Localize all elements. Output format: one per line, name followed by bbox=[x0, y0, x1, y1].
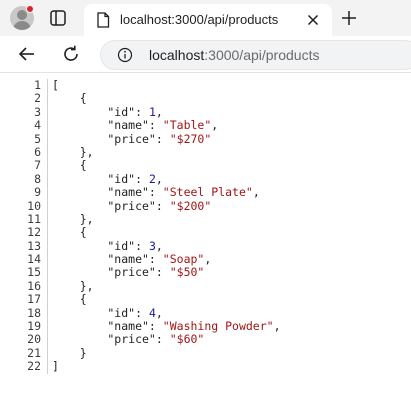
line-number: 15 bbox=[27, 265, 41, 280]
code-line: 8 "id": 2, bbox=[0, 171, 411, 186]
code-text: "name": "Washing Powder", bbox=[52, 319, 281, 334]
json-id-value: 2 bbox=[148, 171, 156, 186]
code-line: 7 { bbox=[0, 158, 411, 173]
json-price-value: $270 bbox=[176, 131, 205, 146]
code-text: { bbox=[52, 158, 87, 173]
tab-actions-icon[interactable] bbox=[49, 9, 67, 27]
line-number: 10 bbox=[27, 198, 41, 213]
code-line: 12 { bbox=[0, 225, 411, 240]
json-name-value: Table bbox=[169, 118, 205, 133]
code-text: } bbox=[52, 345, 87, 360]
code-text: { bbox=[52, 91, 87, 106]
code-line: 15 "price": "$50" bbox=[0, 265, 411, 280]
url-host: localhost bbox=[149, 47, 205, 63]
line-number: 13 bbox=[27, 238, 41, 253]
code-text: "price": "$270" bbox=[52, 131, 212, 146]
code-text: "price": "$50" bbox=[52, 265, 205, 280]
url-text: localhost:3000/api/products bbox=[149, 47, 319, 63]
code-text: { bbox=[52, 292, 87, 307]
code-line: 10 "price": "$200" bbox=[0, 198, 411, 213]
json-viewer: 1[2 {3 "id": 1, 4 "name": "Table", 5 "pric… bbox=[0, 78, 411, 374]
line-number: 14 bbox=[27, 252, 41, 267]
page-icon bbox=[97, 12, 110, 28]
line-number: 20 bbox=[27, 332, 41, 347]
plus-icon[interactable] bbox=[339, 8, 359, 28]
line-number: 21 bbox=[27, 345, 41, 360]
json-id-value: 4 bbox=[148, 305, 156, 320]
code-text: "id": 1, bbox=[52, 104, 163, 119]
line-number: 1 bbox=[34, 78, 41, 92]
code-text: ] bbox=[52, 359, 59, 374]
code-line: 21 } bbox=[0, 345, 411, 360]
code-line: 14 "name": "Soap", bbox=[0, 252, 411, 267]
line-number: 22 bbox=[27, 359, 41, 374]
code-line: 18 "id": 4, bbox=[0, 305, 411, 320]
line-number: 4 bbox=[34, 118, 41, 133]
toolbar: localhost:3000/api/products bbox=[0, 36, 411, 72]
toolbar-divider bbox=[0, 72, 411, 73]
avatar-body bbox=[13, 21, 31, 30]
close-icon[interactable] bbox=[305, 12, 321, 28]
code-line: 19 "name": "Washing Powder", bbox=[0, 319, 411, 334]
tab-strip: localhost:3000/api/products bbox=[0, 0, 411, 36]
code-text: "price": "$60" bbox=[52, 332, 205, 347]
active-tab[interactable]: localhost:3000/api/products bbox=[84, 4, 332, 36]
code-line: 22] bbox=[0, 359, 411, 374]
line-number: 12 bbox=[27, 225, 41, 240]
code-line: 11 }, bbox=[0, 211, 411, 226]
code-text: { bbox=[52, 225, 87, 240]
line-number: 17 bbox=[27, 292, 41, 307]
line-number: 16 bbox=[27, 278, 41, 293]
tab-title: localhost:3000/api/products bbox=[120, 12, 279, 27]
code-line: 17 { bbox=[0, 292, 411, 307]
json-price-value: $50 bbox=[176, 265, 198, 280]
avatar-head bbox=[17, 10, 27, 20]
code-text: "id": 4, bbox=[52, 305, 163, 320]
code-text: "id": 2, bbox=[52, 171, 163, 186]
code-text: "name": "Steel Plate", bbox=[52, 185, 260, 200]
line-number: 11 bbox=[27, 211, 41, 226]
line-number: 9 bbox=[34, 185, 41, 200]
notification-dot bbox=[26, 5, 34, 13]
code-text: "name": "Soap", bbox=[52, 252, 212, 267]
json-name-value: Steel Plate bbox=[169, 185, 246, 200]
back-arrow-icon[interactable] bbox=[17, 44, 37, 64]
line-number: 19 bbox=[27, 319, 41, 334]
json-id-value: 3 bbox=[148, 238, 156, 253]
info-icon[interactable] bbox=[117, 47, 133, 63]
code-text: }, bbox=[52, 278, 94, 293]
address-bar[interactable]: localhost:3000/api/products bbox=[100, 40, 411, 70]
line-number: 7 bbox=[34, 158, 41, 173]
code-line: 2 { bbox=[0, 91, 411, 106]
json-id-value: 1 bbox=[148, 104, 156, 119]
line-number: 2 bbox=[34, 91, 41, 106]
code-text: "name": "Table", bbox=[52, 118, 219, 133]
code-line: 6 }, bbox=[0, 144, 411, 159]
json-price-value: $200 bbox=[176, 198, 205, 213]
line-number: 18 bbox=[27, 305, 41, 320]
code-line: 16 }, bbox=[0, 278, 411, 293]
json-name-value: Washing Powder bbox=[169, 319, 267, 334]
code-text: }, bbox=[52, 144, 94, 159]
line-number: 6 bbox=[34, 144, 41, 159]
code-line: 3 "id": 1, bbox=[0, 104, 411, 119]
json-name-value: Soap bbox=[169, 252, 198, 267]
json-price-value: $60 bbox=[176, 332, 198, 347]
reload-icon[interactable] bbox=[61, 44, 81, 64]
code-line: 5 "price": "$270" bbox=[0, 131, 411, 146]
line-number: 8 bbox=[34, 171, 41, 186]
code-line: 20 "price": "$60" bbox=[0, 332, 411, 347]
code-line: 4 "name": "Table", bbox=[0, 118, 411, 133]
code-text: "id": 3, bbox=[52, 238, 163, 253]
code-line: 13 "id": 3, bbox=[0, 238, 411, 253]
code-text: [ bbox=[52, 78, 59, 92]
code-line: 9 "name": "Steel Plate", bbox=[0, 185, 411, 200]
code-text: "price": "$200" bbox=[52, 198, 212, 213]
code-line: 1[ bbox=[0, 78, 411, 92]
line-number: 3 bbox=[34, 104, 41, 119]
line-number: 5 bbox=[34, 131, 41, 146]
code-text: }, bbox=[52, 211, 94, 226]
url-path: :3000/api/products bbox=[204, 47, 320, 63]
